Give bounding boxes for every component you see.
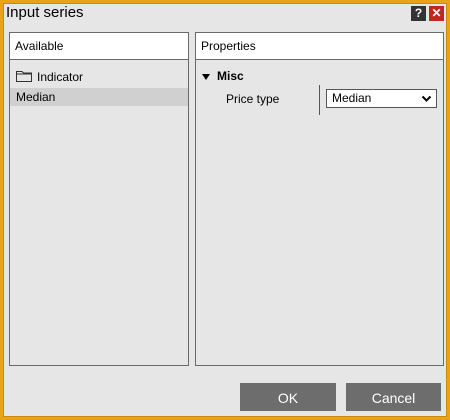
help-button[interactable]: ? [411,6,426,21]
tree-item-median[interactable]: Median [10,88,188,106]
input-series-dialog: Input series ? ✕ Available Indicator Med… [3,3,447,417]
available-header: Available [10,33,188,60]
close-button[interactable]: ✕ [429,6,444,21]
price-type-select[interactable]: Median [326,89,437,108]
property-divider [319,85,320,115]
properties-header: Properties [196,33,443,60]
price-type-value: Median [332,91,372,105]
cancel-button[interactable]: Cancel [346,383,441,411]
tree-item-label: Median [16,90,56,104]
misc-section-toggle[interactable]: Misc [202,69,244,83]
section-label: Misc [217,69,244,83]
title-bar[interactable]: Input series ? ✕ [4,4,446,24]
price-type-label: Price type [226,92,280,106]
chevron-down-icon [421,92,432,109]
ok-button[interactable]: OK [240,383,336,411]
collapse-triangle-icon [202,73,210,80]
dialog-title: Input series [6,4,84,21]
tree-item-label: Indicator [37,70,84,84]
folder-icon [16,69,32,87]
properties-panel: Properties Misc Price type Median [195,32,444,366]
tree-item-indicator[interactable]: Indicator [10,68,188,86]
available-panel: Available Indicator Median [9,32,189,366]
